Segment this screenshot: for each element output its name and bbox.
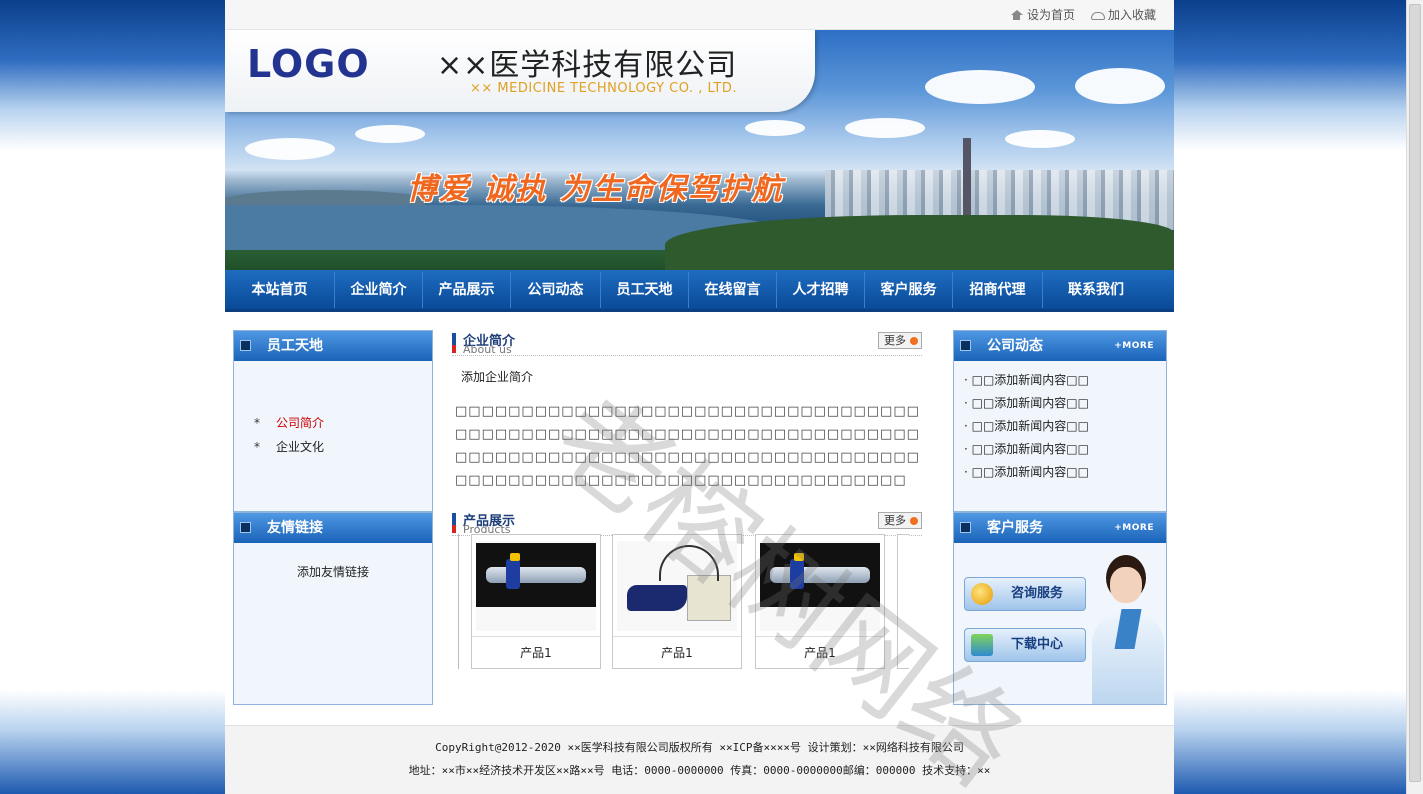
news-box: 公司动态 +MORE · □□添加新闻内容□□ · □□添加新闻内容□□ · □… [953, 330, 1167, 512]
staff-box: 员工天地 * 公司简介 * 企业文化 [233, 330, 433, 512]
nav-item-news[interactable]: 公司动态 [511, 271, 601, 308]
star-bullet: * [254, 440, 260, 454]
links-header: 友情链接 [234, 513, 432, 543]
product-image [617, 541, 737, 631]
scrollbar[interactable] [1406, 0, 1423, 794]
about-intro: 添加企业简介 [461, 370, 534, 384]
products-divider [458, 534, 459, 669]
footer-address: 地址：××市××经济技术开发区××路××号 电话：0000-0000000 传真… [408, 764, 991, 777]
list-item[interactable]: · □□添加新闻内容□□ [954, 369, 1166, 392]
company-name: ××医学科技有限公司 [437, 48, 738, 83]
list-item[interactable]: · □□添加新闻内容□□ [954, 392, 1166, 415]
company-name-en: ×× MEDICINE TECHNOLOGY CO. , LTD. [470, 81, 737, 96]
about-body: □□□□□□□□□□□□□□□□□□□□□□□□□□□□□□□□□□□□□□□□… [455, 404, 920, 486]
product-caption: 产品1 [613, 636, 741, 668]
square-icon [960, 340, 971, 351]
about-title-en: About us [463, 343, 512, 356]
set-home-label: 设为首页 [1026, 8, 1075, 22]
service-title: 客户服务 [987, 520, 1043, 536]
service-box: 客户服务 +MORE 咨询服务 下载中心 [953, 512, 1167, 705]
staff-list: * 公司简介 * 企业文化 [234, 411, 432, 459]
products-more-button[interactable]: 更多 [878, 512, 922, 529]
top-bar: 设为首页 加入收藏 [225, 0, 1174, 30]
list-item[interactable]: · □□添加新闻内容□□ [954, 461, 1166, 484]
about-section-title: 企业简介 About us 更多 [452, 330, 922, 356]
news-header: 公司动态 +MORE [954, 331, 1166, 361]
star-bullet: * [254, 416, 260, 430]
product-caption: 产品1 [472, 636, 600, 668]
title-bar [452, 333, 456, 353]
consult-service-button[interactable]: 咨询服务 [964, 577, 1086, 611]
square-icon [960, 522, 971, 533]
product-card-partial[interactable] [897, 534, 909, 669]
nav-item-products[interactable]: 产品展示 [423, 271, 511, 308]
footer-copyright: CopyRight@2012-2020 ××医学科技有限公司版权所有 ××ICP… [435, 741, 964, 754]
service-header: 客户服务 +MORE [954, 513, 1166, 543]
slogan: 博爱 诚执 为生命保驾护航 [407, 172, 784, 207]
product-card[interactable]: 产品1 [612, 534, 742, 669]
service-more-link[interactable]: +MORE [1114, 513, 1154, 543]
page: 设为首页 加入收藏 LOGO ××医学科技有限公司 ×× MEDICINE TE… [225, 0, 1174, 794]
set-home-link[interactable]: 设为首页 [1010, 6, 1075, 23]
product-image [476, 541, 596, 631]
nav-item-contact[interactable]: 联系我们 [1043, 272, 1149, 308]
download-center-button[interactable]: 下载中心 [964, 628, 1086, 662]
links-box: 友情链接 添加友情链接 [233, 512, 433, 705]
list-item[interactable]: · □□添加新闻内容□□ [954, 438, 1166, 461]
footer: CopyRight@2012-2020 ××医学科技有限公司版权所有 ××ICP… [225, 725, 1174, 794]
list-item[interactable]: · □□添加新闻内容□□ [954, 415, 1166, 438]
news-list: · □□添加新闻内容□□ · □□添加新闻内容□□ · □□添加新闻内容□□ ·… [954, 369, 1166, 484]
nav-item-service[interactable]: 客户服务 [865, 271, 953, 308]
nav-item-staff[interactable]: 员工天地 [601, 271, 689, 308]
product-image [760, 541, 880, 631]
consult-service-label: 咨询服务 [1011, 586, 1064, 601]
staff-header: 员工天地 [234, 331, 432, 361]
download-center-label: 下载中心 [1011, 637, 1064, 652]
add-favorite-label: 加入收藏 [1107, 8, 1156, 22]
main-nav: 本站首页 企业简介 产品展示 公司动态 员工天地 在线留言 人才招聘 客户服务 … [225, 270, 1174, 312]
square-icon [240, 340, 251, 351]
home-icon [1010, 9, 1023, 20]
qq-icon [971, 583, 993, 605]
news-more-link[interactable]: +MORE [1114, 331, 1154, 361]
product-card[interactable]: 产品1 [755, 534, 885, 669]
staff-item-label: 企业文化 [276, 440, 325, 454]
links-title: 友情链接 [267, 520, 323, 536]
logo[interactable]: LOGO [247, 42, 370, 86]
products-section-title: 产品展示 Products 更多 [452, 510, 922, 536]
add-favorite-link[interactable]: 加入收藏 [1090, 6, 1156, 23]
product-caption: 产品1 [756, 636, 884, 668]
scrollbar-thumb[interactable] [1409, 4, 1421, 782]
product-card[interactable]: 产品1 [471, 534, 601, 669]
links-text[interactable]: 添加友情链接 [234, 563, 432, 580]
download-icon [971, 634, 993, 656]
customer-service-agent-image [1092, 555, 1164, 704]
nav-item-home[interactable]: 本站首页 [225, 271, 335, 308]
nav-item-agents[interactable]: 招商代理 [953, 271, 1043, 308]
content-area: 员工天地 * 公司简介 * 企业文化 友情链接 添加友情链接 企业简介 About … [225, 312, 1174, 722]
favorite-icon [1090, 10, 1105, 20]
list-item[interactable]: * 公司简介 [234, 411, 432, 435]
title-bar [452, 513, 456, 533]
news-title: 公司动态 [987, 338, 1043, 354]
about-more-button[interactable]: 更多 [878, 332, 922, 349]
nav-item-jobs[interactable]: 人才招聘 [777, 271, 865, 308]
nav-item-guestbook[interactable]: 在线留言 [689, 271, 777, 308]
header-banner: LOGO ××医学科技有限公司 ×× MEDICINE TECHNOLOGY C… [225, 30, 1174, 270]
trees [665, 215, 1174, 270]
list-item[interactable]: * 企业文化 [234, 435, 432, 459]
staff-title: 员工天地 [267, 338, 323, 354]
square-icon [240, 522, 251, 533]
nav-item-about[interactable]: 企业简介 [335, 271, 423, 308]
staff-item-label: 公司简介 [276, 416, 325, 430]
